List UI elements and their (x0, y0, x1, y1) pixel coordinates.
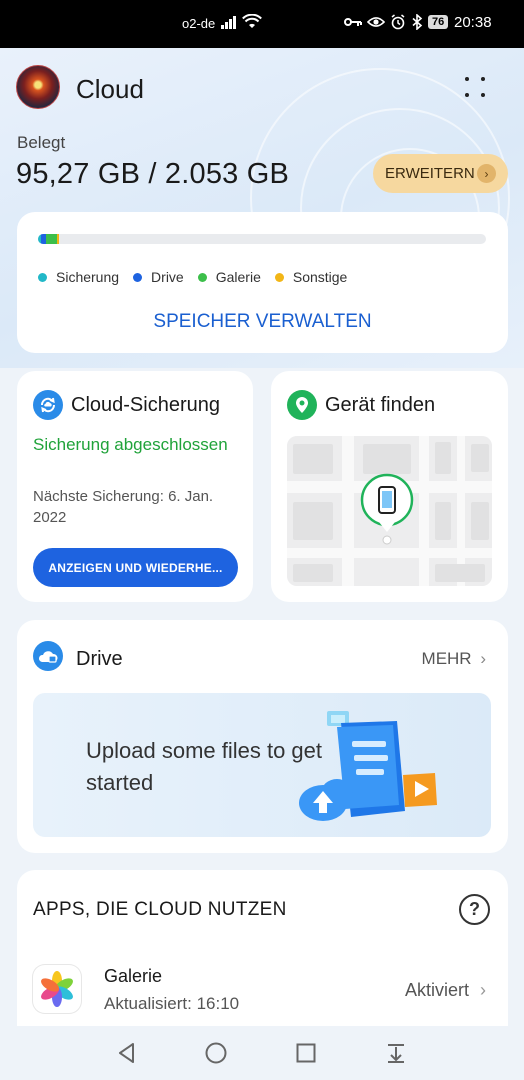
signal-icon (221, 16, 236, 29)
view-restore-button[interactable]: ANZEIGEN UND WIEDERHE... (33, 548, 238, 587)
system-icons: 76 (344, 14, 449, 30)
storage-used-value: 95,27 GB / 2.053 GB (16, 158, 290, 190)
recent-apps-icon[interactable] (294, 1041, 318, 1065)
legend-dot (38, 272, 47, 282)
carrier-label: o2-de (182, 16, 216, 31)
drive-more-label: MEHR (421, 649, 472, 668)
gallery-app-name[interactable]: Galerie (104, 966, 162, 987)
status-bar: o2-de 76 20:38 (0, 0, 524, 48)
home-icon[interactable] (204, 1041, 228, 1065)
cloud-backup-card[interactable]: Cloud-Sicherung Sicherung abgeschlossen … (17, 371, 253, 602)
storage-segment-galerie (46, 234, 58, 244)
avatar[interactable] (16, 65, 60, 109)
drive-empty-message: Upload some files to get started (86, 738, 323, 795)
upgrade-button[interactable]: ERWEITERN › (373, 154, 508, 193)
manage-storage-button[interactable]: SPEICHER VERWALTEN (17, 311, 508, 333)
legend-item-drive: Drive (133, 269, 184, 285)
drive-more-button[interactable]: MEHR › (422, 649, 486, 669)
legend-dot (274, 272, 284, 282)
device-map[interactable] (287, 436, 492, 586)
drive-card: Drive MEHR › Upload some files to get st… (17, 620, 508, 853)
chevron-right-icon: › (477, 164, 496, 183)
legend-dot (133, 272, 143, 282)
cloud-backup-title: Cloud-Sicherung (71, 394, 220, 416)
legend-label: Sicherung (56, 269, 120, 285)
key-icon (344, 18, 362, 26)
eye-icon (367, 17, 385, 27)
notification-pulldown-icon[interactable] (384, 1041, 408, 1065)
drive-cloud-icon (33, 641, 63, 671)
legend-item-sicherung: Sicherung (38, 269, 119, 285)
gallery-app-status[interactable]: Aktiviert › (405, 980, 486, 1001)
wifi-icon (242, 14, 262, 28)
location-pin-icon (287, 390, 317, 420)
apps-section-title: APPS, DIE CLOUD NUTZEN (33, 899, 287, 920)
gallery-app-status-label: Aktiviert (404, 980, 469, 1000)
cloud-sync-icon (33, 390, 63, 420)
storage-segment-sonstige (57, 234, 60, 244)
app-header: Cloud (0, 48, 524, 128)
clock: 20:38 (454, 14, 492, 31)
signal-wifi-icons (220, 14, 262, 30)
chevron-right-icon: › (480, 649, 486, 668)
backup-status: Sicherung abgeschlossen (33, 435, 228, 454)
drive-upload-banner[interactable]: Upload some files to get started (33, 693, 491, 837)
gallery-app-updated: Aktualisiert: 16:10 (104, 994, 240, 1013)
storage-legend: Sicherung Drive Galerie Sonstige (38, 269, 347, 285)
upload-illustration (299, 711, 437, 821)
find-device-title: Gerät finden (325, 394, 436, 416)
next-backup-info: Nächste Sicherung: 6. Jan. 2022 (33, 488, 214, 526)
legend-item-sonstige: Sonstige (274, 269, 348, 285)
find-device-card[interactable]: Gerät finden (271, 371, 508, 602)
apps-using-cloud-card: APPS, DIE CLOUD NUTZEN ? Galerie Aktuali… (17, 870, 508, 1040)
chevron-right-icon: › (480, 980, 486, 1000)
gallery-app-icon (33, 965, 81, 1013)
battery-indicator: 76 (428, 15, 449, 29)
alarm-icon (391, 14, 405, 30)
legend-label: Galerie (215, 269, 261, 285)
storage-used-label: Belegt (17, 133, 66, 152)
storage-usage-bar (38, 234, 486, 244)
legend-label: Sonstige (292, 269, 348, 285)
help-icon[interactable]: ? (459, 894, 490, 925)
upgrade-button-label: ERWEITERN (385, 165, 475, 182)
more-options-icon[interactable] (462, 74, 488, 100)
legend-dot (197, 272, 207, 282)
page-title: Cloud (76, 74, 144, 104)
back-icon[interactable] (115, 1041, 139, 1065)
storage-card: Sicherung Drive Galerie Sonstige SPEICHE… (17, 212, 508, 353)
drive-title: Drive (76, 648, 123, 670)
legend-item-galerie: Galerie (197, 269, 261, 285)
bluetooth-icon (412, 14, 423, 30)
legend-label: Drive (151, 269, 184, 285)
system-navigation-bar (0, 1026, 524, 1080)
